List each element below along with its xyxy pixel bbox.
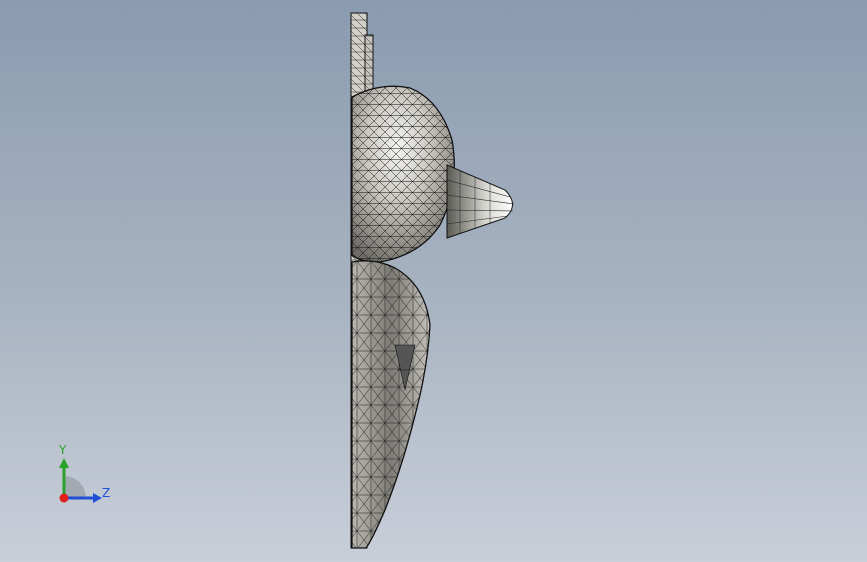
graphics-viewport[interactable]: Y Z bbox=[0, 0, 867, 562]
y-axis-label: Y bbox=[59, 443, 67, 457]
head-sphere bbox=[351, 85, 455, 263]
3d-model-mesh[interactable] bbox=[0, 0, 867, 562]
beak bbox=[446, 164, 515, 239]
z-axis-label: Z bbox=[102, 486, 111, 500]
coordinate-triad: Y Z bbox=[40, 440, 120, 510]
body-shape bbox=[351, 260, 431, 549]
